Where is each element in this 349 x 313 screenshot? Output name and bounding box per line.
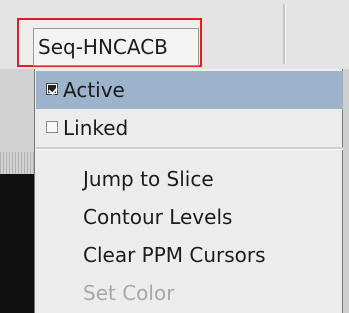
menu-item-clear-ppm-cursors[interactable]: Clear PPM Cursors bbox=[36, 236, 343, 274]
right-edge-strip bbox=[343, 69, 349, 313]
menu-item-set-color: Set Color bbox=[36, 274, 343, 312]
menu-item-active[interactable]: Active bbox=[36, 71, 343, 109]
menu-item-label: Clear PPM Cursors bbox=[83, 243, 266, 267]
menu-item-contour-levels[interactable]: Contour Levels bbox=[36, 198, 343, 236]
toolbar-separator bbox=[283, 4, 286, 64]
menu-item-label: Active bbox=[63, 78, 125, 102]
spectrum-tab-button[interactable]: Seq-HNCACB bbox=[33, 28, 199, 66]
menu-item-label: Set Color bbox=[83, 281, 175, 305]
menu-item-label: Linked bbox=[63, 116, 129, 140]
menu-item-linked[interactable]: Linked bbox=[36, 109, 343, 147]
menu-separator bbox=[36, 147, 343, 150]
menu-item-jump-to-slice[interactable]: Jump to Slice bbox=[36, 160, 343, 198]
spectrum-context-menu: Active Linked Jump to Slice Contour Leve… bbox=[34, 69, 343, 313]
checkbox-checked-icon bbox=[46, 83, 58, 95]
ruler-strip bbox=[0, 152, 34, 174]
menu-item-label: Jump to Slice bbox=[83, 167, 214, 191]
menu-item-label: Contour Levels bbox=[83, 205, 233, 229]
spectrum-canvas[interactable] bbox=[0, 174, 34, 313]
checkbox-unchecked-icon bbox=[46, 121, 58, 133]
spectrum-toolbar: Seq-HNCACB bbox=[0, 0, 349, 70]
